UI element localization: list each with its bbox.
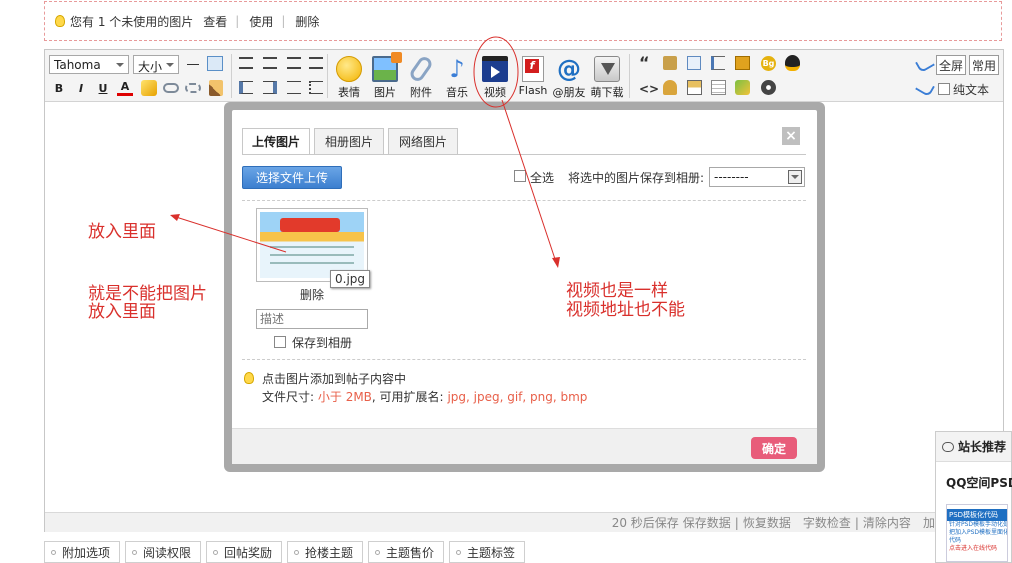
video-highlight-circle xyxy=(473,36,519,108)
widget-header-label: 站长推荐 xyxy=(958,440,1007,454)
widget-title[interactable]: QQ空间PSD xyxy=(946,474,1012,491)
annotation-arrow xyxy=(501,99,557,263)
ad-line: 代码 xyxy=(949,537,962,544)
annotation-cannot-line2: 放入里面 xyxy=(88,302,156,322)
ad-line: 把加入PSD模板里面化 xyxy=(949,529,1008,536)
ad-line: 针对PSD模板手动化处 xyxy=(949,521,1008,528)
ad-bar: PSD模板化代码 xyxy=(947,509,1007,521)
ad-line: 点击进入在线代码 xyxy=(949,545,998,552)
annotation-arrow xyxy=(175,216,287,253)
annotation-video-line1: 视频也是一样 xyxy=(566,281,668,301)
chat-bubble-icon xyxy=(942,441,954,452)
arrowhead xyxy=(552,257,560,268)
arrowhead xyxy=(170,214,180,221)
annotation-video-line2: 视频地址也不能 xyxy=(566,300,685,320)
annotation-put-inside: 放入里面 xyxy=(88,222,156,242)
widget-header: 站长推荐 xyxy=(936,432,1011,462)
widget-ad-image[interactable]: PSD模板化代码 针对PSD模板手动化处 把加入PSD模板里面化 代码 点击进入… xyxy=(946,504,1008,562)
annotation-cannot-line1: 就是不能把图片 xyxy=(88,284,207,304)
annotation-overlay xyxy=(170,36,560,268)
webmaster-recommend-widget: 站长推荐 QQ空间PSD PSD模板化代码 针对PSD模板手动化处 把加入PSD… xyxy=(935,431,1012,563)
